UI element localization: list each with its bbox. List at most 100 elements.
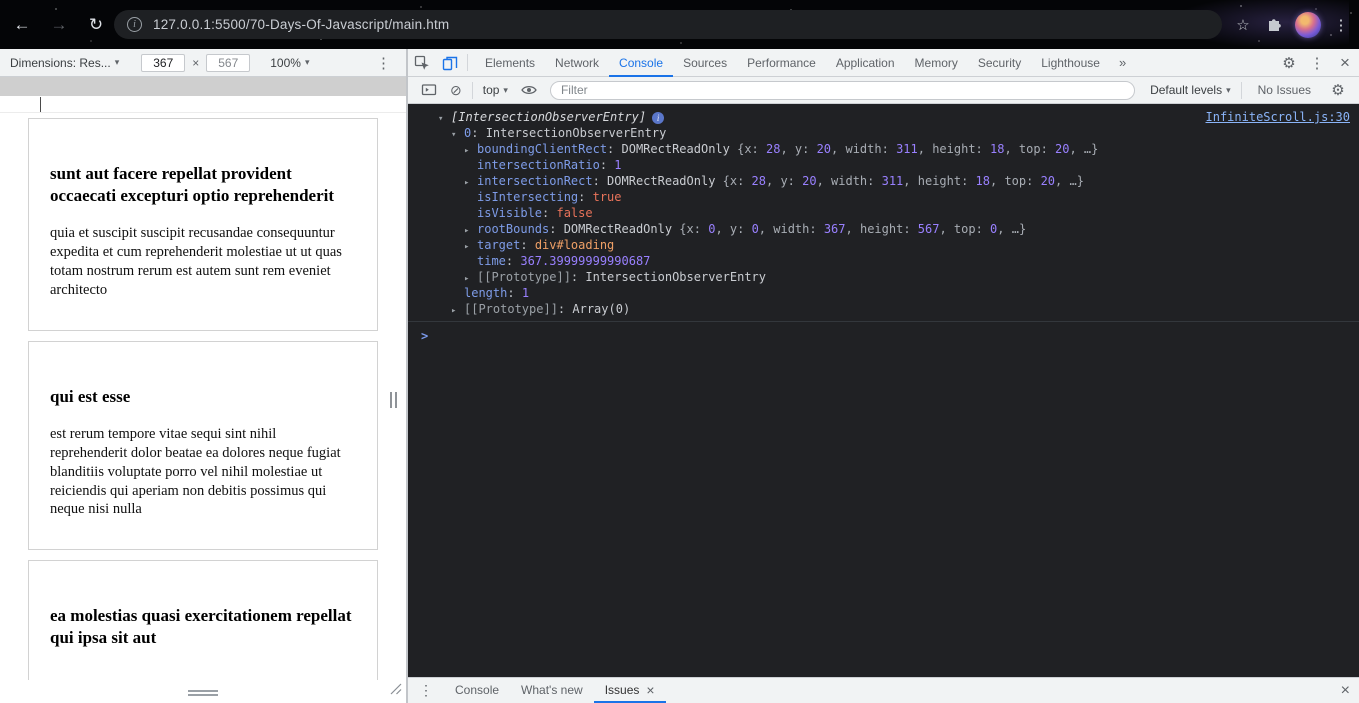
- tab-sources[interactable]: Sources: [673, 49, 737, 77]
- console-text: 311: [896, 142, 918, 156]
- console-text: isVisible: [477, 206, 543, 220]
- issues-counter[interactable]: No Issues: [1258, 83, 1311, 97]
- close-drawer-icon[interactable]: ×: [1341, 682, 1350, 700]
- prompt-chevron-icon: >: [421, 329, 429, 343]
- back-button[interactable]: ←: [7, 10, 37, 40]
- console-text: time: [477, 254, 506, 268]
- console-message: ▾ [IntersectionObserverEntry] i InfiniteScr…: [408, 104, 1359, 322]
- zoom-select[interactable]: 100% ▾: [270, 56, 309, 70]
- device-toolbar-menu-icon[interactable]: ⋮: [376, 54, 391, 72]
- inspect-element-icon[interactable]: [408, 49, 436, 76]
- source-location-link[interactable]: InfiniteScroll.js:30: [1206, 109, 1351, 125]
- console-text: {x:: [737, 142, 766, 156]
- tab-application[interactable]: Application: [826, 49, 905, 77]
- console-text: , y:: [780, 142, 817, 156]
- close-devtools-icon[interactable]: ×: [1331, 49, 1359, 76]
- tab-performance[interactable]: Performance: [737, 49, 826, 77]
- console-sidebar-icon[interactable]: [415, 77, 443, 104]
- console-text: intersectionRatio: [477, 158, 600, 172]
- console-text: [[Prototype]]: [477, 270, 571, 284]
- drawer-menu-icon[interactable]: ⋮: [408, 682, 444, 699]
- console-line: ▾ 0: IntersectionObserverEntry: [408, 125, 1359, 141]
- console-text: , height:: [917, 142, 990, 156]
- dimensions-label: Dimensions: Res...: [10, 55, 111, 70]
- address-bar[interactable]: i 127.0.0.1:5500/70-Days-Of-Javascript/m…: [114, 10, 1222, 39]
- viewport-resize-handle[interactable]: [188, 690, 218, 692]
- console-text: :: [570, 270, 586, 284]
- chevron-down-icon: ▾: [304, 57, 310, 67]
- live-expression-eye-icon[interactable]: [515, 77, 543, 104]
- corner-resize-grip[interactable]: [388, 681, 402, 700]
- console-text: :: [592, 174, 608, 188]
- console-text: DOMRectReadOnly: [607, 174, 723, 188]
- console-text: :: [505, 254, 521, 268]
- device-mode-ruler: [0, 96, 406, 113]
- tab-lighthouse[interactable]: Lighthouse: [1031, 49, 1110, 77]
- tab-memory[interactable]: Memory: [905, 49, 968, 77]
- toolbar-divider: [1240, 81, 1242, 99]
- console-output: ▾ [IntersectionObserverEntry] i InfiniteScr…: [408, 104, 1359, 677]
- device-mode-bottom: [0, 680, 406, 703]
- drawer-tab-label: Console: [455, 683, 500, 697]
- forward-button[interactable]: →: [44, 10, 74, 40]
- browser-actions: ☆ ⋮: [1231, 0, 1353, 49]
- drawer-tab-issues[interactable]: Issues ×: [594, 678, 666, 703]
- clear-console-icon[interactable]: ⊘: [450, 82, 462, 99]
- console-line: ▸ target: div#loading: [408, 237, 1359, 253]
- console-text: false: [556, 206, 593, 220]
- more-tabs-icon[interactable]: »: [1110, 55, 1135, 70]
- devtools-menu-icon[interactable]: ⋮: [1303, 49, 1331, 76]
- refresh-button[interactable]: ↻: [81, 10, 111, 40]
- drawer-tabs: Console What's new Issues ×: [444, 678, 666, 703]
- viewport-height-field[interactable]: [206, 53, 251, 72]
- device-dimensions-select[interactable]: Dimensions: Res... ▾: [10, 56, 119, 70]
- console-text: 1: [521, 286, 530, 300]
- console-text: 311: [881, 174, 904, 188]
- dimensions-times-label: ×: [192, 55, 200, 70]
- device-toolbar: Dimensions: Res... ▾ × 100% ▾ ⋮: [0, 49, 406, 77]
- browser-menu-icon[interactable]: ⋮: [1329, 13, 1353, 37]
- console-prompt[interactable]: >: [408, 322, 1359, 343]
- console-text: 367: [823, 222, 846, 236]
- console-text: 28: [751, 174, 766, 188]
- console-text: [IntersectionObserverEntry]: [451, 110, 647, 124]
- console-text: 18: [975, 174, 990, 188]
- info-icon[interactable]: i: [652, 112, 665, 124]
- settings-gear-icon[interactable]: ⚙: [1275, 49, 1303, 76]
- context-label: top: [482, 83, 500, 97]
- console-text: , width:: [816, 174, 882, 188]
- log-levels-select[interactable]: Default levels ▾: [1150, 83, 1231, 97]
- console-text: , …}: [1055, 174, 1084, 188]
- console-line: ▸ [[Prototype]]: Array(0): [408, 301, 1359, 317]
- page-scrollbar-grip[interactable]: [390, 392, 397, 408]
- expand-arrow-icon[interactable]: ▸: [451, 303, 464, 319]
- console-text: boundingClientRect: [477, 142, 608, 156]
- avatar[interactable]: [1295, 11, 1321, 38]
- javascript-context-select[interactable]: top ▾: [483, 83, 508, 97]
- console-text: , width:: [758, 222, 824, 236]
- url-text[interactable]: 127.0.0.1:5500/70-Days-Of-Javascript/mai…: [153, 17, 449, 32]
- extensions-puzzle-icon[interactable]: [1263, 13, 1287, 37]
- console-filter-input[interactable]: [549, 80, 1136, 100]
- post-card: sunt aut facere repellat provident occae…: [28, 118, 378, 331]
- console-settings-gear-icon[interactable]: ⚙: [1324, 77, 1352, 104]
- tab-network[interactable]: Network: [545, 49, 609, 77]
- bookmark-star-icon[interactable]: ☆: [1231, 13, 1255, 37]
- console-text: :: [599, 158, 615, 172]
- tab-console[interactable]: Console: [609, 49, 673, 77]
- ruler-tick: [40, 97, 41, 112]
- drawer-tab-what-s-new[interactable]: What's new: [510, 678, 594, 703]
- site-info-icon[interactable]: i: [127, 17, 142, 32]
- console-text: :: [557, 302, 573, 316]
- console-text: , top:: [990, 174, 1041, 188]
- tab-elements[interactable]: Elements: [475, 49, 545, 77]
- tab-security[interactable]: Security: [968, 49, 1031, 77]
- viewport-width-field[interactable]: [141, 53, 186, 72]
- drawer-tab-console[interactable]: Console: [444, 678, 510, 703]
- console-text: intersectionRect: [477, 174, 593, 188]
- device-toolbar-toggle-icon[interactable]: [436, 49, 464, 76]
- close-issues-icon[interactable]: ×: [646, 678, 654, 703]
- console-line: intersectionRatio: 1: [408, 157, 1359, 173]
- console-text: IntersectionObserverEntry: [585, 270, 766, 284]
- console-line: ▸ [[Prototype]]: IntersectionObserverEntr…: [408, 269, 1359, 285]
